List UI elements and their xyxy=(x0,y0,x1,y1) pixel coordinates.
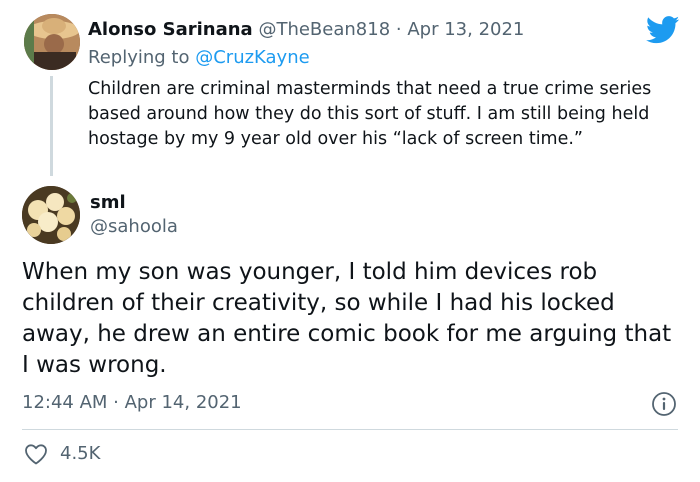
main-avatar[interactable] xyxy=(22,186,80,244)
replying-handle-link[interactable]: @CruzKayne xyxy=(195,47,309,68)
main-avatar-image xyxy=(22,186,80,244)
parent-tweet-text: Children are criminal masterminds that n… xyxy=(88,79,652,149)
like-count: 4.5K xyxy=(60,443,101,464)
tweet-timestamp[interactable]: 12:44 AM · Apr 14, 2021 xyxy=(22,391,242,415)
replying-prefix: Replying to xyxy=(88,47,190,68)
heart-icon[interactable] xyxy=(24,443,48,465)
parent-display-name[interactable]: Alonso Sarinana xyxy=(88,19,253,40)
info-icon[interactable] xyxy=(651,391,677,417)
parent-avatar-image xyxy=(24,14,80,70)
parent-date[interactable]: Apr 13, 2021 xyxy=(407,19,524,40)
replying-to: Replying to @CruzKayne xyxy=(88,46,310,70)
parent-handle[interactable]: @TheBean818 xyxy=(258,19,390,40)
header-separator: · xyxy=(395,19,402,40)
main-display-name[interactable]: sml xyxy=(90,192,126,214)
main-tweet-text: When my son was younger, I told him devi… xyxy=(22,259,672,378)
main-handle[interactable]: @sahoola xyxy=(90,216,178,238)
parent-avatar[interactable] xyxy=(24,14,80,70)
parent-tweet-header: Alonso Sarinana @TheBean818 · Apr 13, 20… xyxy=(88,18,524,42)
twitter-bird-icon[interactable] xyxy=(646,16,680,44)
divider xyxy=(22,429,678,430)
thread-line xyxy=(50,76,53,176)
